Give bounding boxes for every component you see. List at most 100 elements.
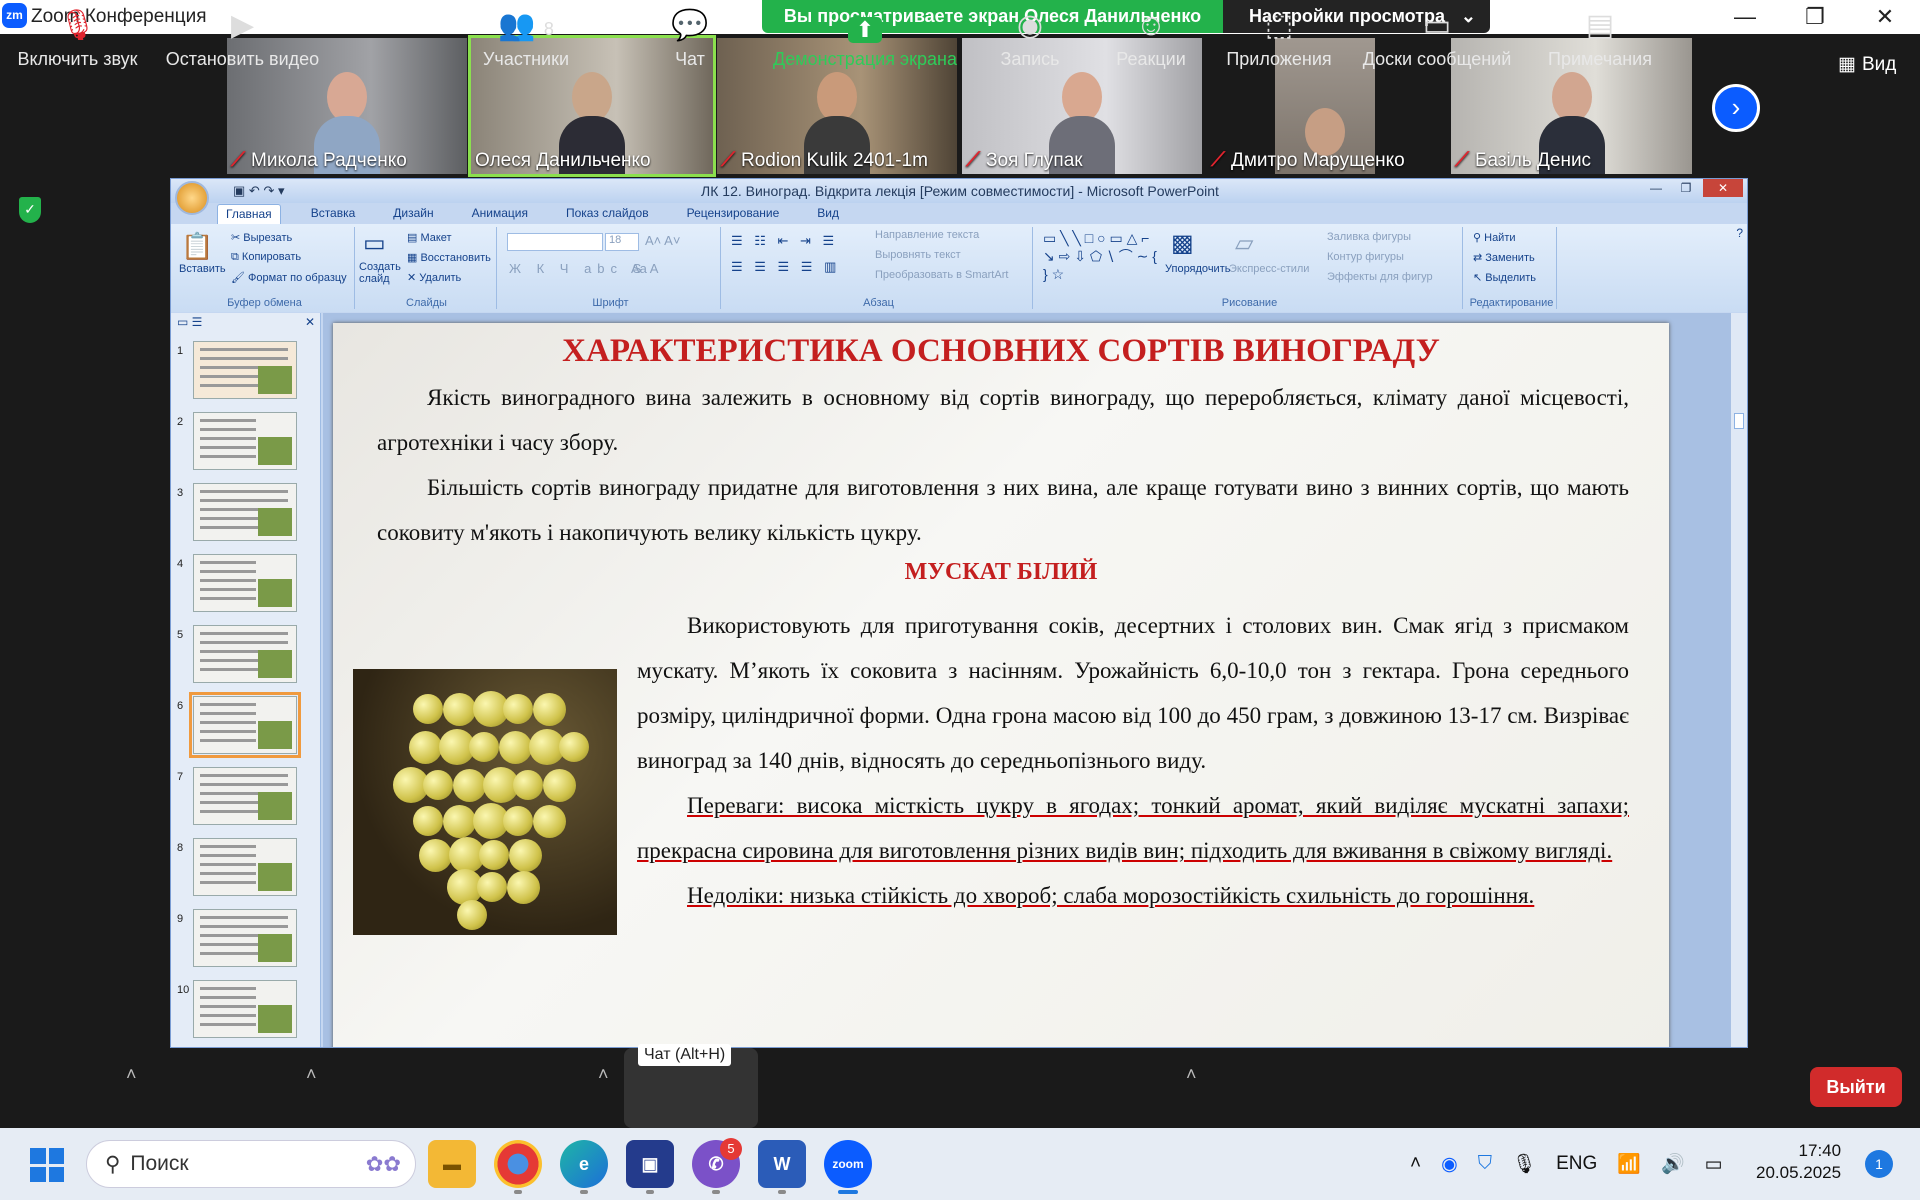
font-format-buttons[interactable]: Ж К Ч abc S: [509, 261, 647, 276]
office-button[interactable]: [175, 181, 209, 215]
help-icon[interactable]: ?: [1736, 226, 1743, 240]
shapes-gallery[interactable]: ▭ ╲ ╲ □ ○ ▭ △ ⌐ ↘ ⇨ ⇩ ⬠ ∖ ⌒ ∼ { } ☆: [1043, 229, 1163, 283]
tab-home[interactable]: Главная: [217, 204, 281, 224]
file-explorer-icon[interactable]: ▬: [428, 1140, 476, 1188]
find-button[interactable]: ⚲ Найти: [1473, 231, 1516, 244]
battery-icon[interactable]: ▭: [1705, 1153, 1723, 1176]
slides-tab-icon[interactable]: ▭ ☰: [177, 315, 202, 329]
slide-thumbnail[interactable]: [193, 341, 297, 399]
slide-thumbnail[interactable]: [193, 909, 297, 967]
apps-button[interactable]: ⬚ Приложения: [1220, 0, 1338, 80]
delete-slide-button[interactable]: ✕ Удалить: [407, 271, 461, 284]
slide-thumbnail[interactable]: [193, 412, 297, 470]
reactions-options-caret[interactable]: ˄: [1186, 1064, 1197, 1085]
layout-button[interactable]: ▤ Макет: [407, 231, 452, 244]
view-button[interactable]: ▦ Вид: [1838, 53, 1896, 76]
scroll-thumb[interactable]: [1734, 413, 1744, 429]
ppt-restore-button[interactable]: ❐: [1673, 179, 1699, 197]
tab-insert[interactable]: Вставка: [303, 204, 364, 224]
smartart-button[interactable]: Преобразовать в SmartArt: [875, 269, 1008, 281]
clock[interactable]: 17:40 20.05.2025: [1756, 1140, 1841, 1184]
arrange-button[interactable]: Упорядочить: [1165, 263, 1230, 275]
paste-icon[interactable]: 📋: [181, 231, 213, 262]
replace-button[interactable]: ⇄ Заменить: [1473, 251, 1535, 264]
microphone-icon[interactable]: 🎙: [1512, 1152, 1536, 1176]
chat-button[interactable]: 💬 Чат: [650, 0, 730, 80]
grow-font-icon[interactable]: A˄ A˅: [645, 233, 680, 248]
slide-thumbnail[interactable]: [193, 767, 297, 825]
next-page-button[interactable]: ›: [1712, 84, 1760, 132]
reactions-button[interactable]: ☺ Реакции: [1106, 0, 1196, 80]
slide-canvas[interactable]: ХАРАКТЕРИСТИКА ОСНОВНИХ СОРТІВ ВИНОГРАДУ…: [333, 323, 1669, 1047]
save-icon[interactable]: ▣: [233, 183, 245, 198]
align-text-button[interactable]: Выровнять текст: [875, 249, 961, 261]
new-slide-icon[interactable]: ▭: [363, 229, 386, 258]
close-button[interactable]: ✕: [1850, 0, 1920, 34]
tab-design[interactable]: Дизайн: [385, 204, 441, 224]
slide-thumbnail[interactable]: [193, 483, 297, 541]
tab-view[interactable]: Вид: [809, 204, 847, 224]
chrome-icon[interactable]: [494, 1140, 542, 1188]
shape-effects-button[interactable]: Эффекты для фигур: [1327, 271, 1433, 283]
tab-animation[interactable]: Анимация: [464, 204, 536, 224]
defender-icon[interactable]: ⛉: [1478, 1153, 1492, 1175]
notes-button[interactable]: ▤ Примечания: [1540, 0, 1660, 80]
participants-button[interactable]: 👥 8 Участники: [476, 0, 576, 80]
redo-icon[interactable]: ↷: [263, 183, 274, 198]
audio-options-caret[interactable]: ˄: [126, 1064, 137, 1085]
unmute-button[interactable]: 🎙 Включить звук: [10, 0, 145, 80]
slide-thumbnail[interactable]: [193, 838, 297, 896]
security-shield-icon[interactable]: ✓: [19, 197, 41, 223]
word-icon[interactable]: W: [758, 1140, 806, 1188]
copy-button[interactable]: ⧉ Копировать: [231, 251, 301, 264]
taskbar-search[interactable]: ⚲ Поиск ✿✿: [86, 1140, 416, 1188]
restore-button[interactable]: ❐: [1780, 0, 1850, 34]
align-buttons[interactable]: ☰ ☰ ☰ ☰ ▥: [731, 259, 840, 275]
tab-review[interactable]: Рецензирование: [679, 204, 788, 224]
zoom-tray-icon[interactable]: ◉: [1441, 1153, 1458, 1176]
shape-fill-button[interactable]: Заливка фигуры: [1327, 231, 1411, 243]
record-button[interactable]: ◉ Запись: [990, 0, 1070, 80]
participants-options-caret[interactable]: ˄: [598, 1064, 609, 1085]
text-direction-button[interactable]: Направление текста: [875, 229, 979, 241]
arrange-icon[interactable]: ▩: [1171, 229, 1194, 258]
save-disk-icon[interactable]: ▣: [626, 1140, 674, 1188]
quick-styles-icon[interactable]: ▱: [1235, 229, 1253, 258]
select-button[interactable]: ↖ Выделить: [1473, 271, 1536, 284]
undo-icon[interactable]: ↶: [249, 183, 260, 198]
slide-thumbnail[interactable]: [193, 625, 297, 683]
tab-slideshow[interactable]: Показ слайдов: [558, 204, 657, 224]
format-painter-button[interactable]: 🖌 Формат по образцу: [231, 271, 347, 284]
chevron-up-icon[interactable]: ˄: [1410, 1153, 1421, 1175]
font-size-select[interactable]: 18: [605, 233, 639, 251]
volume-icon[interactable]: 🔊: [1661, 1152, 1685, 1176]
ppt-minimize-button[interactable]: —: [1643, 179, 1669, 197]
video-options-caret[interactable]: ˄: [306, 1064, 317, 1085]
reset-button[interactable]: ▦ Восстановить: [407, 251, 491, 264]
language-indicator[interactable]: ENG: [1556, 1153, 1597, 1175]
ppt-close-button[interactable]: ✕: [1703, 179, 1743, 197]
slide-thumbnail[interactable]: [193, 554, 297, 612]
vertical-scrollbar[interactable]: [1731, 313, 1747, 1047]
stop-video-button[interactable]: ▶ Остановить видео: [160, 0, 325, 80]
cut-button[interactable]: ✂ Вырезать: [231, 231, 292, 244]
whiteboards-button[interactable]: ▭ Доски сообщений: [1356, 0, 1518, 80]
leave-button[interactable]: Выйти: [1810, 1067, 1902, 1107]
quick-styles-button[interactable]: Экспресс-стили: [1229, 263, 1309, 275]
paste-button[interactable]: Вставить: [179, 263, 226, 275]
notification-badge[interactable]: 1: [1865, 1150, 1893, 1178]
slide-thumbnail[interactable]: [189, 692, 301, 758]
list-buttons[interactable]: ☰ ☷ ⇤ ⇥ ☰: [731, 233, 838, 249]
close-panel-icon[interactable]: ✕: [305, 315, 315, 329]
zoom-taskbar-icon[interactable]: zoom: [824, 1140, 872, 1188]
font-color-icon[interactable]: Aa A: [631, 261, 658, 276]
qat-menu-icon[interactable]: ▾: [278, 183, 285, 198]
windows-start-icon[interactable]: [30, 1148, 64, 1182]
font-name-select[interactable]: [507, 233, 603, 251]
minimize-button[interactable]: —: [1710, 0, 1780, 34]
shape-outline-button[interactable]: Контур фигуры: [1327, 251, 1404, 263]
share-screen-button[interactable]: ⬆ Демонстрация экрана: [768, 0, 962, 80]
wifi-icon[interactable]: 📶: [1617, 1152, 1641, 1176]
slide-thumbnail[interactable]: [193, 980, 297, 1038]
edge-icon[interactable]: e: [560, 1140, 608, 1188]
